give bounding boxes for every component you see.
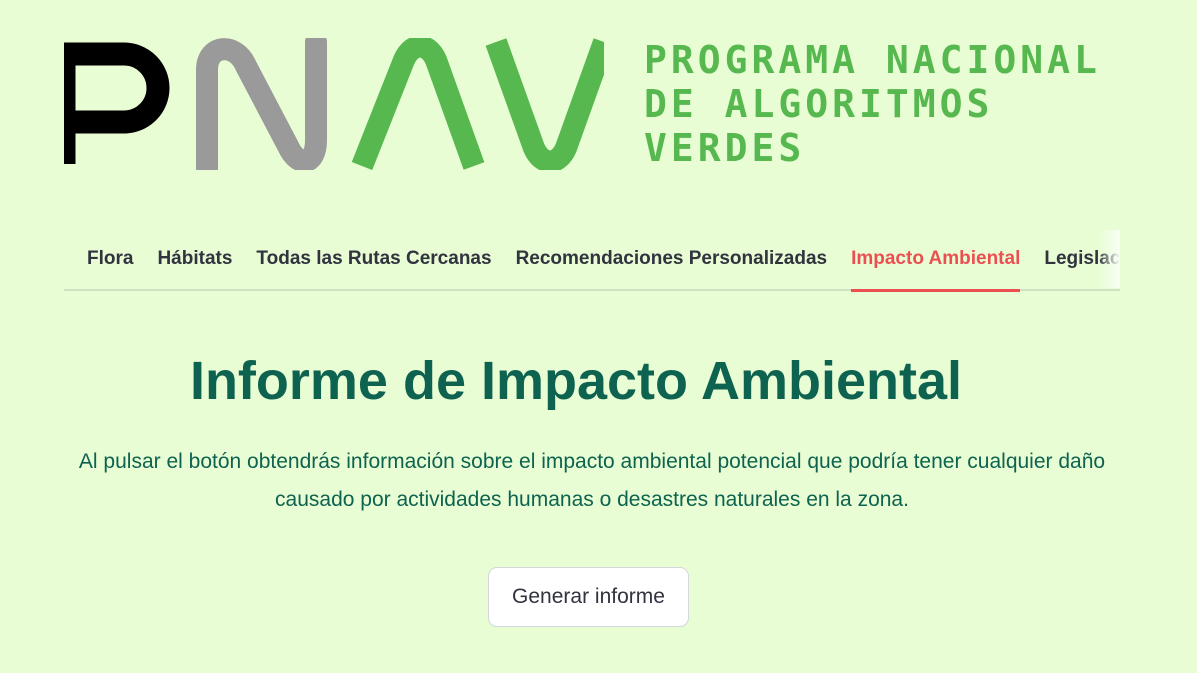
tab-flora[interactable]: Flora (87, 230, 133, 292)
tab-bar: Flora Hábitats Todas las Rutas Cercanas … (64, 230, 1120, 292)
logo-program-name: PROGRAMA NACIONAL DE ALGORITMOS VERDES (644, 38, 1124, 170)
logo-letter-v (485, 38, 604, 170)
logo-text-line: VERDES (644, 126, 806, 170)
page-description: Al pulsar el botón obtendrás información… (78, 450, 1106, 511)
page-title: Informe de Impacto Ambiental (189, 351, 963, 411)
logo-text-line: DE ALGORITMOS (644, 82, 994, 126)
logo-letter-p (64, 42, 170, 164)
tab-list: Flora Hábitats Todas las Rutas Cercanas … (87, 230, 1120, 292)
tab-overflow-fade (1098, 230, 1120, 288)
logo-text-line: PROGRAMA NACIONAL (644, 38, 1101, 82)
generate-report-button[interactable]: Generar informe (488, 567, 689, 627)
tab-recomendaciones[interactable]: Recomendaciones Personalizadas (516, 230, 828, 292)
pnav-logo: PROGRAMA NACIONAL DE ALGORITMOS VERDES (64, 38, 1124, 170)
logo-letter-n (196, 38, 327, 170)
tab-impacto-ambiental[interactable]: Impacto Ambiental (851, 230, 1021, 292)
pnav-logo-mark (64, 38, 604, 170)
logo-letter-a (351, 38, 485, 170)
tab-habitats[interactable]: Hábitats (157, 230, 232, 292)
tab-rutas-cercanas[interactable]: Todas las Rutas Cercanas (256, 230, 491, 292)
